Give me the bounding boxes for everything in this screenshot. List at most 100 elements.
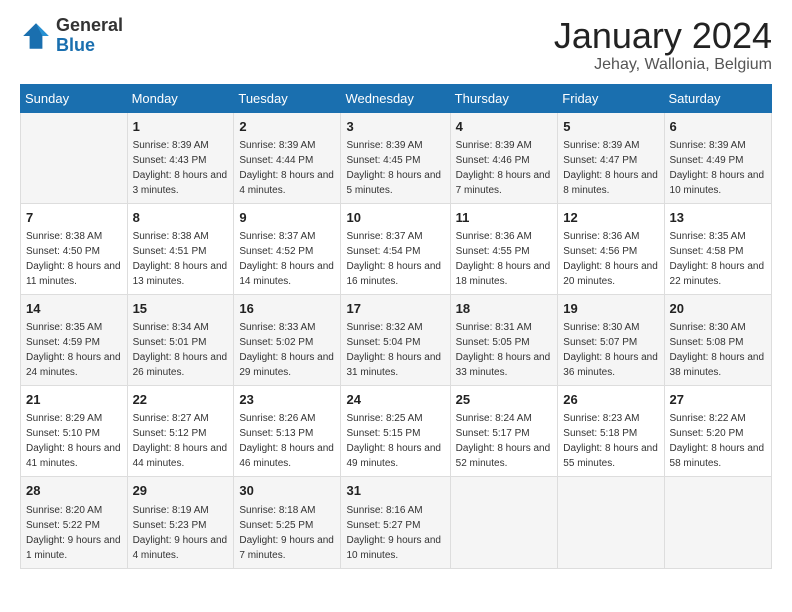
table-row xyxy=(21,112,128,203)
day-number: 23 xyxy=(239,391,335,409)
day-number: 24 xyxy=(346,391,444,409)
logo-blue: Blue xyxy=(56,36,123,56)
table-row: 31Sunrise: 8:16 AM Sunset: 5:27 PM Dayli… xyxy=(341,477,450,568)
table-row: 3 Sunrise: 8:39 AM Sunset: 4:45 PM Daylig… xyxy=(341,112,450,203)
location-subtitle: Jehay, Wallonia, Belgium xyxy=(554,56,772,74)
header-tuesday: Tuesday xyxy=(234,84,341,112)
table-row: 23 Sunrise: 8:26 AM Sunset: 5:13 PM Dayli… xyxy=(234,386,341,477)
table-row: 2 Sunrise: 8:39 AM Sunset: 4:44 PM Daylig… xyxy=(234,112,341,203)
day-info: Sunrise: 8:39 AM Sunset: 4:44 PM Dayligh… xyxy=(239,138,335,198)
table-row: 26 Sunrise: 8:23 AM Sunset: 5:18 PM Dayli… xyxy=(558,386,664,477)
calendar-week-row: 1Sunrise: 8:39 AM Sunset: 4:43 PM Daylig… xyxy=(21,112,772,203)
logo-general: General xyxy=(56,16,123,36)
day-number: 16 xyxy=(239,300,335,318)
month-title: January 2024 xyxy=(554,16,772,56)
day-info: Sunrise: 8:39 AM Sunset: 4:43 PM Dayligh… xyxy=(133,138,229,198)
day-number: 13 xyxy=(670,209,766,227)
table-row: 13Sunrise: 8:35 AM Sunset: 4:58 PM Dayli… xyxy=(664,203,771,294)
calendar-header: Sunday Monday Tuesday Wednesday Thursday… xyxy=(21,84,772,112)
logo-icon xyxy=(20,20,52,52)
day-info: Sunrise: 8:16 AM Sunset: 5:27 PM Dayligh… xyxy=(346,503,444,563)
day-number: 10 xyxy=(346,209,444,227)
day-info: Sunrise: 8:23 AM Sunset: 5:18 PM Dayligh… xyxy=(563,411,658,471)
day-info: Sunrise: 8:19 AM Sunset: 5:23 PM Dayligh… xyxy=(133,503,229,563)
day-number: 20 xyxy=(670,300,766,318)
day-info: Sunrise: 8:35 AM Sunset: 4:59 PM Dayligh… xyxy=(26,320,122,380)
day-info: Sunrise: 8:39 AM Sunset: 4:45 PM Dayligh… xyxy=(346,138,444,198)
table-row: 1Sunrise: 8:39 AM Sunset: 4:43 PM Daylig… xyxy=(127,112,234,203)
table-row: 9Sunrise: 8:37 AM Sunset: 4:52 PM Daylig… xyxy=(234,203,341,294)
table-row: 30Sunrise: 8:18 AM Sunset: 5:25 PM Dayli… xyxy=(234,477,341,568)
table-row xyxy=(664,477,771,568)
day-info: Sunrise: 8:33 AM Sunset: 5:02 PM Dayligh… xyxy=(239,320,335,380)
table-row: 15Sunrise: 8:34 AM Sunset: 5:01 PM Dayli… xyxy=(127,294,234,385)
day-number: 7 xyxy=(26,209,122,227)
day-number: 22 xyxy=(133,391,229,409)
table-row: 22 Sunrise: 8:27 AM Sunset: 5:12 PM Dayli… xyxy=(127,386,234,477)
table-row: 20Sunrise: 8:30 AM Sunset: 5:08 PM Dayli… xyxy=(664,294,771,385)
day-info: Sunrise: 8:30 AM Sunset: 5:07 PM Dayligh… xyxy=(563,320,658,380)
calendar-body: 1Sunrise: 8:39 AM Sunset: 4:43 PM Daylig… xyxy=(21,112,772,568)
day-info: Sunrise: 8:36 AM Sunset: 4:56 PM Dayligh… xyxy=(563,229,658,289)
table-row: 19Sunrise: 8:30 AM Sunset: 5:07 PM Dayli… xyxy=(558,294,664,385)
day-info: Sunrise: 8:39 AM Sunset: 4:46 PM Dayligh… xyxy=(456,138,553,198)
day-number: 28 xyxy=(26,482,122,500)
day-number: 12 xyxy=(563,209,658,227)
table-row: 18 Sunrise: 8:31 AM Sunset: 5:05 PM Dayli… xyxy=(450,294,558,385)
calendar-table: Sunday Monday Tuesday Wednesday Thursday… xyxy=(20,84,772,569)
day-number: 11 xyxy=(456,209,553,227)
table-row: 12 Sunrise: 8:36 AM Sunset: 4:56 PM Dayli… xyxy=(558,203,664,294)
day-number: 8 xyxy=(133,209,229,227)
header-thursday: Thursday xyxy=(450,84,558,112)
header-wednesday: Wednesday xyxy=(341,84,450,112)
calendar-week-row: 7 Sunrise: 8:38 AM Sunset: 4:50 PM Daylig… xyxy=(21,203,772,294)
table-row: 16 Sunrise: 8:33 AM Sunset: 5:02 PM Dayli… xyxy=(234,294,341,385)
day-info: Sunrise: 8:38 AM Sunset: 4:50 PM Dayligh… xyxy=(26,229,122,289)
day-info: Sunrise: 8:37 AM Sunset: 4:54 PM Dayligh… xyxy=(346,229,444,289)
table-row: 7 Sunrise: 8:38 AM Sunset: 4:50 PM Daylig… xyxy=(21,203,128,294)
page-header: General Blue January 2024 Jehay, Walloni… xyxy=(20,16,772,74)
day-info: Sunrise: 8:22 AM Sunset: 5:20 PM Dayligh… xyxy=(670,411,766,471)
day-number: 18 xyxy=(456,300,553,318)
table-row: 17 Sunrise: 8:32 AM Sunset: 5:04 PM Dayli… xyxy=(341,294,450,385)
day-info: Sunrise: 8:39 AM Sunset: 4:47 PM Dayligh… xyxy=(563,138,658,198)
header-friday: Friday xyxy=(558,84,664,112)
calendar-week-row: 21 Sunrise: 8:29 AM Sunset: 5:10 PM Dayli… xyxy=(21,386,772,477)
table-row: 25 Sunrise: 8:24 AM Sunset: 5:17 PM Dayli… xyxy=(450,386,558,477)
table-row: 11Sunrise: 8:36 AM Sunset: 4:55 PM Dayli… xyxy=(450,203,558,294)
day-number: 14 xyxy=(26,300,122,318)
day-info: Sunrise: 8:38 AM Sunset: 4:51 PM Dayligh… xyxy=(133,229,229,289)
table-row: 8 Sunrise: 8:38 AM Sunset: 4:51 PM Daylig… xyxy=(127,203,234,294)
table-row: 10 Sunrise: 8:37 AM Sunset: 4:54 PM Dayli… xyxy=(341,203,450,294)
calendar-page: General Blue January 2024 Jehay, Walloni… xyxy=(0,0,792,612)
day-number: 25 xyxy=(456,391,553,409)
day-info: Sunrise: 8:25 AM Sunset: 5:15 PM Dayligh… xyxy=(346,411,444,471)
day-number: 2 xyxy=(239,118,335,136)
day-number: 21 xyxy=(26,391,122,409)
day-number: 5 xyxy=(563,118,658,136)
day-info: Sunrise: 8:32 AM Sunset: 5:04 PM Dayligh… xyxy=(346,320,444,380)
day-info: Sunrise: 8:37 AM Sunset: 4:52 PM Dayligh… xyxy=(239,229,335,289)
day-number: 3 xyxy=(346,118,444,136)
header-sunday: Sunday xyxy=(21,84,128,112)
table-row: 14 Sunrise: 8:35 AM Sunset: 4:59 PM Dayli… xyxy=(21,294,128,385)
table-row: 27 Sunrise: 8:22 AM Sunset: 5:20 PM Dayli… xyxy=(664,386,771,477)
day-number: 26 xyxy=(563,391,658,409)
day-info: Sunrise: 8:24 AM Sunset: 5:17 PM Dayligh… xyxy=(456,411,553,471)
day-number: 27 xyxy=(670,391,766,409)
header-row: Sunday Monday Tuesday Wednesday Thursday… xyxy=(21,84,772,112)
day-info: Sunrise: 8:31 AM Sunset: 5:05 PM Dayligh… xyxy=(456,320,553,380)
day-info: Sunrise: 8:26 AM Sunset: 5:13 PM Dayligh… xyxy=(239,411,335,471)
header-monday: Monday xyxy=(127,84,234,112)
table-row: 28 Sunrise: 8:20 AM Sunset: 5:22 PM Dayli… xyxy=(21,477,128,568)
table-row: 6Sunrise: 8:39 AM Sunset: 4:49 PM Daylig… xyxy=(664,112,771,203)
table-row: 4 Sunrise: 8:39 AM Sunset: 4:46 PM Daylig… xyxy=(450,112,558,203)
logo: General Blue xyxy=(20,16,123,56)
day-number: 4 xyxy=(456,118,553,136)
day-number: 17 xyxy=(346,300,444,318)
day-info: Sunrise: 8:20 AM Sunset: 5:22 PM Dayligh… xyxy=(26,503,122,563)
day-info: Sunrise: 8:29 AM Sunset: 5:10 PM Dayligh… xyxy=(26,411,122,471)
day-info: Sunrise: 8:27 AM Sunset: 5:12 PM Dayligh… xyxy=(133,411,229,471)
day-number: 6 xyxy=(670,118,766,136)
calendar-week-row: 28 Sunrise: 8:20 AM Sunset: 5:22 PM Dayli… xyxy=(21,477,772,568)
